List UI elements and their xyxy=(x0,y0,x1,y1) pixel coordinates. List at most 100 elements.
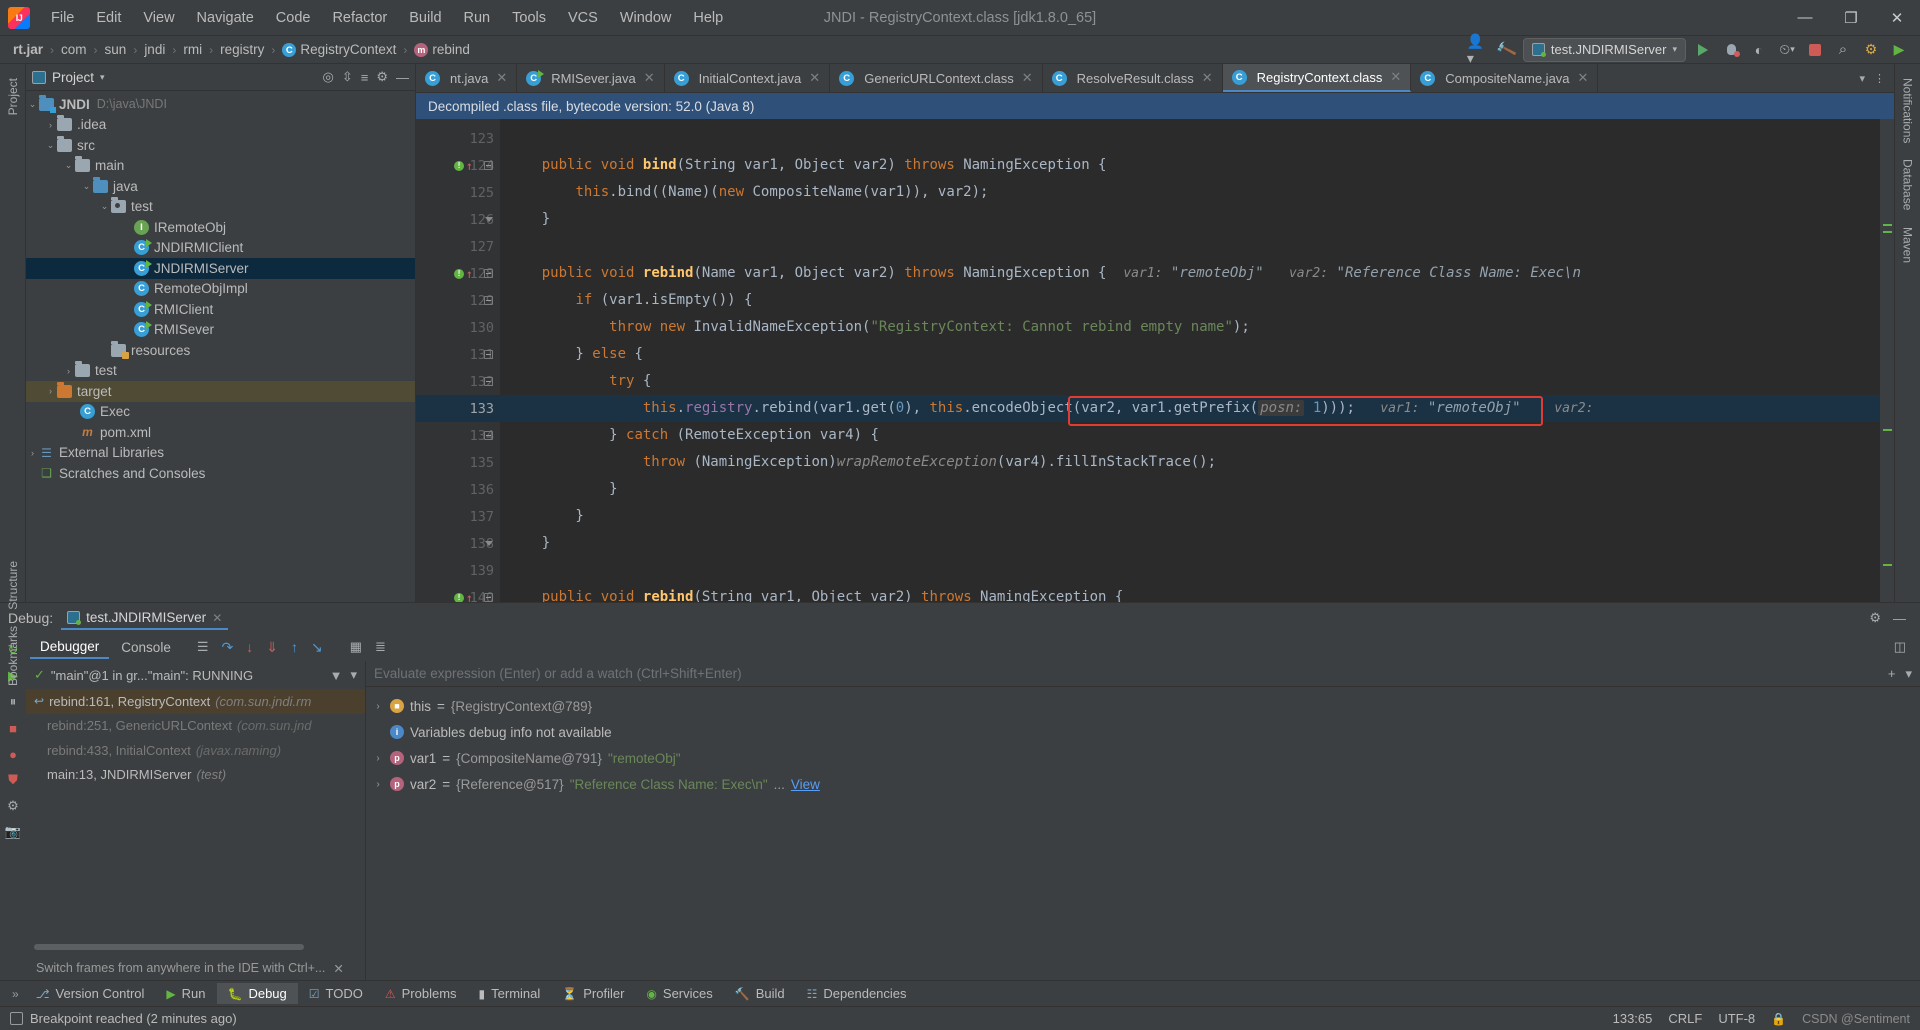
expand-arrow-icon[interactable]: › xyxy=(26,448,39,458)
breadcrumb-com[interactable]: com xyxy=(58,42,90,57)
frame-row[interactable]: ↩ rebind:161, RegistryContext (com.sun.j… xyxy=(26,689,365,714)
fold-icon[interactable] xyxy=(484,349,493,360)
file-encoding[interactable]: UTF-8 xyxy=(1718,1011,1755,1026)
close-icon[interactable]: ✕ xyxy=(1022,70,1033,86)
menu-vcs[interactable]: VCS xyxy=(557,6,609,30)
bottom-tab-run[interactable]: ▶ Run xyxy=(155,983,216,1004)
show-execution-point-icon[interactable]: ☰ xyxy=(197,639,209,655)
breadcrumb-registry[interactable]: registry xyxy=(217,42,267,57)
menu-refactor[interactable]: Refactor xyxy=(321,6,398,30)
build-icon[interactable]: 🔨 xyxy=(1494,39,1517,61)
editor-tab-registrycontext[interactable]: C RegistryContext.class ✕ xyxy=(1222,64,1412,92)
tree-item-resources[interactable]: resources xyxy=(26,340,415,361)
locate-icon[interactable]: ◎ xyxy=(323,69,334,85)
bottom-tab-problems[interactable]: ⚠ Problems xyxy=(374,983,468,1004)
close-icon[interactable]: ✕ xyxy=(809,70,820,86)
expand-arrow-icon[interactable]: › xyxy=(372,779,384,790)
frame-row[interactable]: main:13, JNDIRMIServer (test) xyxy=(26,763,365,788)
add-watch-icon[interactable]: + xyxy=(1888,666,1896,681)
stop-icon[interactable] xyxy=(1804,39,1826,61)
bottom-tab-services[interactable]: ◉ Services xyxy=(635,983,723,1004)
view-link[interactable]: View xyxy=(791,777,820,792)
settings-icon[interactable]: ⚙ xyxy=(1860,39,1882,61)
expand-arrow-icon[interactable]: ⌄ xyxy=(62,160,75,171)
chevron-down-icon[interactable]: ▾ xyxy=(1905,666,1912,682)
menu-window[interactable]: Window xyxy=(609,6,683,30)
close-icon[interactable]: ✕ xyxy=(1390,69,1401,85)
close-icon[interactable]: ✕ xyxy=(212,611,222,625)
hide-icon[interactable]: — xyxy=(1893,611,1906,626)
tab-console[interactable]: Console xyxy=(111,636,181,658)
rail-tab-database[interactable]: Database xyxy=(1896,151,1920,218)
frame-row[interactable]: rebind:433, InitialContext (javax.naming… xyxy=(26,738,365,763)
rail-tab-project[interactable]: Project xyxy=(1,70,25,123)
expand-arrow-icon[interactable]: › xyxy=(372,753,384,764)
bottom-tab-terminal[interactable]: ▮ Terminal xyxy=(468,983,552,1004)
more-options-icon[interactable]: ⋮ xyxy=(1874,72,1885,85)
rail-tab-notifications[interactable]: Notifications xyxy=(1896,70,1920,151)
expand-arrow-icon[interactable]: › xyxy=(372,701,384,712)
editor-error-stripe[interactable] xyxy=(1880,119,1894,602)
more-tools-icon[interactable]: » xyxy=(6,987,25,1001)
tree-item-test-folder[interactable]: › test xyxy=(26,361,415,382)
gear-icon[interactable]: ⚙ xyxy=(376,69,388,85)
breadcrumb-jndi[interactable]: jndi xyxy=(141,42,168,57)
tree-item-jndirmiclient[interactable]: C JNDIRMIClient xyxy=(26,238,415,259)
filter-icon[interactable]: ▼ xyxy=(330,668,343,683)
rail-tab-bookmarks[interactable]: Bookmarks xyxy=(1,618,25,694)
expand-arrow-icon[interactable]: › xyxy=(44,120,57,130)
run-icon[interactable] xyxy=(1692,39,1714,61)
tree-item-jndi[interactable]: ⌄ JNDI D:\java\JNDI xyxy=(26,94,415,115)
caret-position[interactable]: 133:65 xyxy=(1613,1011,1653,1026)
tree-item-exec[interactable]: C Exec xyxy=(26,402,415,423)
chevron-down-icon[interactable]: ▾ xyxy=(100,72,105,83)
tree-item-idea[interactable]: › .idea xyxy=(26,115,415,136)
fold-icon[interactable] xyxy=(484,592,493,602)
expand-arrow-icon[interactable]: ⌄ xyxy=(80,181,93,192)
breadcrumb-rebind[interactable]: m rebind xyxy=(411,42,473,58)
menu-build[interactable]: Build xyxy=(398,6,452,30)
stop-icon[interactable]: ■ xyxy=(2,715,24,741)
menu-code[interactable]: Code xyxy=(265,6,322,30)
layout-settings-icon[interactable]: ≣ xyxy=(375,639,386,655)
evaluate-expression-bar[interactable]: Evaluate expression (Enter) or add a wat… xyxy=(366,661,1920,687)
menu-run[interactable]: Run xyxy=(453,6,502,30)
tree-item-java[interactable]: ⌄ java xyxy=(26,176,415,197)
bottom-tab-profiler[interactable]: ⏳ Profiler xyxy=(551,983,635,1004)
close-icon[interactable]: ✕ xyxy=(644,70,655,86)
close-button[interactable]: ✕ xyxy=(1874,0,1920,36)
restore-layout-icon[interactable]: ◫ xyxy=(1894,639,1906,655)
camera-icon[interactable]: 📷 xyxy=(2,819,24,845)
updates-icon[interactable]: ▶ xyxy=(1888,39,1910,61)
tree-item-scratches[interactable]: ❑ Scratches and Consoles xyxy=(26,463,415,484)
tree-item-test-package[interactable]: ⌄ test xyxy=(26,197,415,218)
rail-tab-structure[interactable]: Structure xyxy=(1,553,25,618)
breakpoints-icon[interactable]: ● xyxy=(2,741,24,767)
breadcrumb-sun[interactable]: sun xyxy=(102,42,130,57)
breakpoint-icon[interactable]: ! xyxy=(454,268,464,279)
step-into-icon[interactable]: ↓ xyxy=(246,639,253,655)
menu-view[interactable]: View xyxy=(132,6,185,30)
evaluate-expression-icon[interactable]: ▦ xyxy=(350,639,362,655)
variable-row-this[interactable]: › ■ this = {RegistryContext@789} xyxy=(366,693,1920,719)
step-over-icon[interactable]: ↷ xyxy=(221,639,233,656)
mute-breakpoints-icon[interactable]: ⛊ xyxy=(2,767,24,793)
fold-icon[interactable] xyxy=(484,268,493,279)
search-icon[interactable]: ⌕ xyxy=(1832,39,1854,61)
breadcrumb-rmi[interactable]: rmi xyxy=(180,42,205,57)
editor-tab-0[interactable]: C nt.java ✕ xyxy=(416,64,518,92)
force-step-into-icon[interactable]: ⇓ xyxy=(266,639,278,656)
tree-item-main[interactable]: ⌄ main xyxy=(26,156,415,177)
close-icon[interactable]: ✕ xyxy=(496,70,507,86)
minimize-button[interactable]: — xyxy=(1782,0,1828,36)
expand-arrow-icon[interactable]: ⌄ xyxy=(98,201,111,212)
frame-row[interactable]: rebind:251, GenericURLContext (com.sun.j… xyxy=(26,714,365,739)
fold-icon[interactable] xyxy=(484,214,493,225)
lock-icon[interactable]: 🔒 xyxy=(1771,1012,1786,1026)
editor-tab-resolveresult[interactable]: C ResolveResult.class ✕ xyxy=(1043,64,1223,92)
menu-file[interactable]: File xyxy=(40,6,85,30)
fold-icon[interactable] xyxy=(484,430,493,441)
bottom-tab-build[interactable]: 🔨 Build xyxy=(724,983,796,1004)
variable-row-var2[interactable]: › p var2 = {Reference@517} "Reference Cl… xyxy=(366,771,1920,797)
fold-icon[interactable] xyxy=(484,538,493,549)
